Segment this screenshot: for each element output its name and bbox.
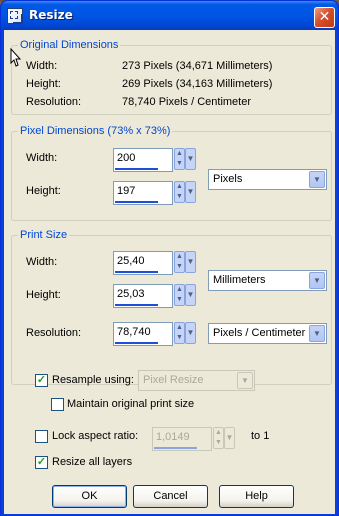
pixel-dimensions-title: Pixel Dimensions (73% x 73%): [18, 125, 173, 137]
chevron-down-icon[interactable]: ▼: [224, 427, 235, 449]
pixel-height-slider[interactable]: [113, 201, 173, 205]
pixel-height-input[interactable]: 197 ▲ ▼ ▼: [113, 181, 196, 205]
lock-aspect-suffix: to 1: [251, 430, 270, 442]
ok-button[interactable]: OK: [52, 485, 127, 508]
original-resolution-value: 78,740 Pixels / Centimeter: [122, 96, 252, 108]
print-resolution-value[interactable]: 78,740: [113, 322, 173, 342]
lock-aspect-value[interactable]: 1,0149: [152, 427, 212, 447]
chevron-down-icon[interactable]: ▼: [185, 181, 196, 203]
resize-app-icon: [7, 8, 23, 24]
lock-aspect-slider[interactable]: [152, 447, 212, 451]
close-icon: ✕: [318, 9, 331, 25]
print-size-title: Print Size: [18, 229, 70, 241]
chevron-down-icon[interactable]: ▼: [309, 171, 325, 188]
maintain-print-size-checkbox[interactable]: [51, 398, 64, 411]
pixel-width-input[interactable]: 200 ▲ ▼ ▼: [113, 148, 196, 172]
spin-arrows-icon[interactable]: ▲ ▼: [174, 251, 185, 273]
dialog-body: Original Dimensions Width: 273 Pixels (3…: [4, 30, 335, 514]
pixel-width-slider[interactable]: [113, 168, 173, 172]
print-height-input[interactable]: 25,03 ▲ ▼ ▼: [113, 284, 196, 308]
spin-arrows-icon[interactable]: ▲ ▼: [174, 148, 185, 170]
chevron-down-icon[interactable]: ▼: [237, 372, 253, 389]
resize-all-layers-checkbox[interactable]: ✓: [35, 456, 48, 469]
pixel-unit-value: Pixels: [213, 173, 243, 185]
check-icon: ✓: [36, 374, 47, 386]
lock-aspect-checkbox[interactable]: [35, 430, 48, 443]
resample-method-value: Pixel Resize: [143, 374, 204, 386]
pixel-width-value[interactable]: 200: [113, 148, 173, 168]
original-resolution-label: Resolution:: [26, 96, 82, 108]
lock-aspect-label[interactable]: Lock aspect ratio:: [52, 430, 138, 442]
resize-all-layers-label[interactable]: Resize all layers: [52, 456, 132, 468]
lock-aspect-input[interactable]: 1,0149 ▲ ▼ ▼: [152, 427, 235, 451]
window-title: Resize: [29, 8, 73, 22]
close-button[interactable]: ✕: [314, 7, 335, 28]
original-dimensions-group: Original Dimensions Width: 273 Pixels (3…: [11, 39, 332, 115]
resolution-unit-select[interactable]: Pixels / Centimeter ▼: [208, 323, 327, 344]
print-width-label: Width:: [26, 256, 58, 268]
original-width-value: 273 Pixels (34,671 Millimeters): [122, 60, 273, 72]
check-icon: ✓: [36, 456, 47, 468]
print-resolution-slider[interactable]: [113, 342, 173, 346]
pixel-height-value[interactable]: 197: [113, 181, 173, 201]
pixel-unit-select[interactable]: Pixels ▼: [208, 169, 327, 190]
chevron-down-icon[interactable]: ▼: [185, 251, 196, 273]
print-height-slider[interactable]: [113, 304, 173, 308]
print-width-input[interactable]: 25,40 ▲ ▼ ▼: [113, 251, 196, 275]
spin-arrows-icon[interactable]: ▲ ▼: [213, 427, 224, 449]
print-unit-select[interactable]: Millimeters ▼: [208, 270, 327, 291]
resample-label[interactable]: Resample using:: [52, 374, 134, 386]
print-size-group: Print Size Width: 25,40 ▲ ▼ ▼ Height: 25,…: [11, 229, 332, 385]
resize-dialog: Resize ✕ Original Dimensions Width: 273 …: [0, 0, 339, 516]
chevron-down-icon[interactable]: ▼: [185, 148, 196, 170]
resolution-unit-value: Pixels / Centimeter: [213, 327, 306, 339]
pixel-width-label: Width:: [26, 152, 58, 164]
print-resolution-input[interactable]: 78,740 ▲ ▼ ▼: [113, 322, 196, 346]
spin-arrows-icon[interactable]: ▲ ▼: [174, 284, 185, 306]
cancel-button[interactable]: Cancel: [133, 485, 208, 508]
maintain-print-size-label[interactable]: Maintain original print size: [67, 398, 194, 410]
print-height-label: Height:: [26, 289, 61, 301]
pixel-dimensions-group: Pixel Dimensions (73% x 73%) Width: 200 …: [11, 125, 332, 221]
print-width-value[interactable]: 25,40: [113, 251, 173, 271]
original-height-value: 269 Pixels (34,163 Millimeters): [122, 78, 273, 90]
resample-method-select[interactable]: Pixel Resize ▼: [138, 370, 255, 391]
original-height-label: Height:: [26, 78, 61, 90]
pixel-height-label: Height:: [26, 185, 61, 197]
print-unit-value: Millimeters: [213, 274, 266, 286]
spin-arrows-icon[interactable]: ▲ ▼: [174, 322, 185, 344]
mouse-cursor-icon: [10, 48, 22, 67]
print-width-slider[interactable]: [113, 271, 173, 275]
chevron-down-icon[interactable]: ▼: [309, 272, 325, 289]
print-height-value[interactable]: 25,03: [113, 284, 173, 304]
title-bar[interactable]: Resize ✕: [1, 1, 338, 30]
chevron-down-icon[interactable]: ▼: [309, 325, 325, 342]
spin-arrows-icon[interactable]: ▲ ▼: [174, 181, 185, 203]
help-button[interactable]: Help: [219, 485, 294, 508]
resample-checkbox[interactable]: ✓: [35, 374, 48, 387]
original-width-label: Width:: [26, 60, 58, 72]
original-dimensions-title: Original Dimensions: [18, 39, 121, 51]
chevron-down-icon[interactable]: ▼: [185, 284, 196, 306]
print-resolution-label: Resolution:: [26, 327, 82, 339]
chevron-down-icon[interactable]: ▼: [185, 322, 196, 344]
